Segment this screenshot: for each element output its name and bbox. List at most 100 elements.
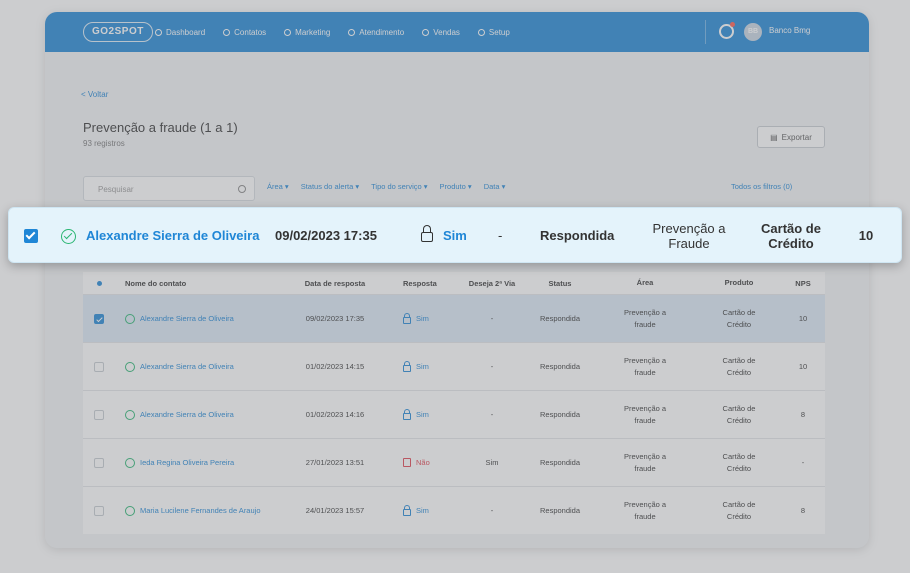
- product: Cartão de Crédito: [697, 307, 781, 331]
- contact-name[interactable]: Alexandre Sierra de Oliveira: [115, 313, 283, 324]
- select-all-icon: [96, 280, 102, 286]
- nps: 8: [800, 506, 806, 515]
- status: Respondida: [539, 362, 581, 371]
- nps: 10: [798, 314, 808, 323]
- check-circle-icon: [125, 409, 135, 420]
- check-circle-icon: [125, 457, 135, 468]
- contact-name[interactable]: Alexandre Sierra de Oliveira: [115, 409, 283, 420]
- nav-marketing[interactable]: Marketing: [284, 28, 330, 37]
- row-checkbox[interactable]: [83, 313, 115, 324]
- row-checkbox[interactable]: [83, 457, 115, 468]
- nav-setup[interactable]: Setup: [477, 27, 510, 37]
- column-header[interactable]: Produto: [697, 277, 781, 289]
- topbar-divider: [705, 20, 706, 44]
- contact-name-text: Alexandre Sierra de Oliveira: [140, 362, 234, 371]
- dashboard-icon: [155, 28, 162, 36]
- table-row[interactable]: Alexandre Sierra de Oliveira 09/02/2023 …: [83, 294, 825, 342]
- nav-dashboard[interactable]: Dashboard: [155, 28, 205, 37]
- response-text: Sim: [416, 362, 429, 371]
- column-header[interactable]: NPS: [781, 279, 825, 288]
- contact-name[interactable]: Alexandre Sierra de Oliveira: [115, 361, 283, 372]
- area: Prevenção a fraude: [593, 451, 697, 475]
- search-icon: [238, 185, 246, 193]
- nav-label: Atendimento: [359, 27, 405, 37]
- response-date: 27/01/2023 13:51: [305, 458, 365, 467]
- contact-name-text: Maria Lucilene Fernandes de Araujo: [140, 506, 261, 515]
- check-circle-icon: [125, 313, 135, 324]
- logo[interactable]: GO2SPOT: [83, 22, 153, 42]
- export-button[interactable]: ▤ Exportar: [757, 126, 825, 148]
- column-header[interactable]: Data de resposta: [283, 279, 387, 288]
- avatar[interactable]: BB: [744, 23, 762, 41]
- main-nav: Dashboard Contatos Marketing Atendimento…: [155, 12, 510, 52]
- status: Respondida: [539, 506, 581, 515]
- contact-name[interactable]: Ieda Regina Oliveira Pereira: [115, 457, 283, 468]
- response-text: Sim: [443, 228, 467, 243]
- table-row[interactable]: Alexandre Sierra de Oliveira 01/02/2023 …: [83, 390, 825, 438]
- row-checkbox[interactable]: [83, 505, 115, 516]
- area: Prevenção a fraude: [593, 499, 697, 523]
- table-row[interactable]: Ieda Regina Oliveira Pereira 27/01/2023 …: [83, 438, 825, 486]
- contact-name-text: Alexandre Sierra de Oliveira: [140, 410, 234, 419]
- nav-label: Dashboard: [166, 27, 206, 37]
- checkbox-icon: [94, 505, 104, 516]
- row-checkbox[interactable]: [83, 409, 115, 420]
- product-line: Crédito: [726, 367, 752, 377]
- column-header[interactable]: Nome do contato: [115, 279, 283, 288]
- filter-tipo-servico[interactable]: Tipo do serviço: [371, 182, 427, 191]
- column-header[interactable]: Resposta: [387, 279, 457, 288]
- highlighted-row[interactable]: Alexandre Sierra de Oliveira 09/02/2023 …: [8, 207, 902, 263]
- product: Cartão de Crédito: [697, 355, 781, 379]
- second-copy: -: [490, 314, 494, 323]
- results-table: Nome do contato Data de resposta Respost…: [83, 272, 825, 534]
- response: Sim: [387, 504, 457, 516]
- contact-name-text: Ieda Regina Oliveira Pereira: [140, 458, 235, 467]
- lock-icon: [403, 408, 411, 420]
- filter-status-alerta[interactable]: Status do alerta: [301, 182, 359, 191]
- product-line: Crédito: [768, 236, 814, 251]
- nav-vendas[interactable]: Vendas: [422, 28, 460, 37]
- column-header[interactable]: Status: [527, 279, 593, 288]
- nps: -: [801, 458, 805, 467]
- contact-name[interactable]: Maria Lucilene Fernandes de Araujo: [115, 505, 283, 516]
- product: Cartão de Crédito: [697, 451, 781, 475]
- table-row[interactable]: Maria Lucilene Fernandes de Araujo 24/01…: [83, 486, 825, 534]
- contact-name[interactable]: Alexandre Sierra de Oliveira: [86, 228, 259, 243]
- nav-contatos[interactable]: Contatos: [223, 28, 266, 37]
- product-line: Cartão de: [722, 451, 756, 461]
- response-date: 09/02/2023 17:35: [305, 314, 365, 323]
- back-link[interactable]: < Voltar: [81, 90, 108, 99]
- second-copy: Sim: [485, 458, 499, 467]
- area-line: Prevenção a: [623, 307, 667, 317]
- checkbox-icon: [94, 361, 104, 372]
- product-line: Crédito: [726, 319, 752, 329]
- notification-icon[interactable]: [719, 22, 735, 39]
- area: Prevenção a fraude: [593, 355, 697, 379]
- page-title: Prevenção a fraude (1 a 1): [83, 120, 238, 135]
- contact-name-text: Alexandre Sierra de Oliveira: [140, 314, 234, 323]
- table-row[interactable]: Alexandre Sierra de Oliveira 01/02/2023 …: [83, 342, 825, 390]
- product-line: Cartão de: [761, 221, 821, 236]
- user-menu[interactable]: Banco Bmg: [769, 26, 810, 35]
- row-checkbox[interactable]: [83, 361, 115, 372]
- lock-icon: [421, 225, 433, 242]
- filter-area[interactable]: Área: [267, 182, 289, 191]
- export-icon: ▤: [770, 132, 778, 142]
- column-header[interactable]: Deseja 2ª Via: [457, 279, 527, 288]
- all-filters-button[interactable]: Todos os filtros (0): [731, 182, 792, 191]
- checkbox-checked-icon[interactable]: [24, 229, 38, 243]
- product-line: Crédito: [726, 463, 752, 473]
- nav-label: Setup: [488, 27, 510, 37]
- search-placeholder: Pesquisar: [98, 185, 134, 194]
- checkbox-icon: [94, 457, 104, 468]
- lock-icon: [403, 504, 411, 516]
- column-header[interactable]: Área: [593, 277, 697, 289]
- header-select[interactable]: [83, 280, 115, 286]
- nav-atendimento[interactable]: Atendimento: [348, 28, 404, 37]
- contacts-icon: [223, 28, 231, 36]
- filter-data[interactable]: Data: [484, 182, 506, 191]
- status: Respondida: [539, 410, 581, 419]
- area: Prevenção a fraude: [593, 307, 697, 331]
- search-input[interactable]: Pesquisar: [83, 176, 255, 201]
- filter-produto[interactable]: Produto: [440, 182, 472, 191]
